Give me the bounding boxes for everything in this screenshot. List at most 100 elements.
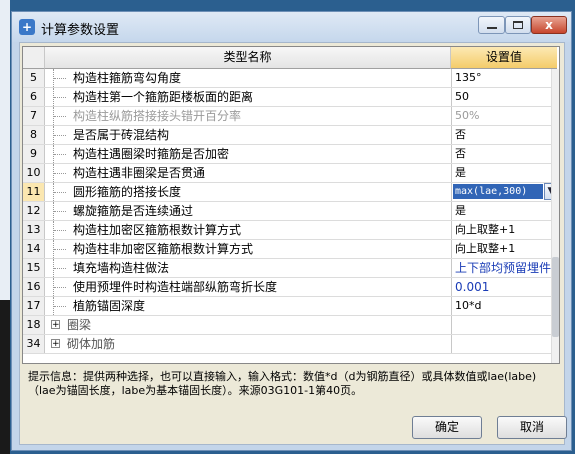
column-header-value[interactable]: 设置值 xyxy=(451,47,557,69)
row-number: 16 xyxy=(23,278,45,296)
param-name: 构造柱箍筋弯勾角度 xyxy=(73,71,182,85)
param-name: 是否属于砖混结构 xyxy=(73,128,170,142)
table-row[interactable]: 10 构造柱遇非圈梁是否贯通 是 xyxy=(23,164,559,183)
table-row[interactable]: 15 填充墙构造柱做法 上下部均预留埋件 xyxy=(23,259,559,278)
value-cell xyxy=(451,335,557,353)
tree-connector xyxy=(53,240,68,258)
row-number: 18 xyxy=(23,316,45,334)
tree-connector xyxy=(53,297,68,315)
table-row[interactable]: 7 构造柱纵筋搭接接头错开百分率 50% xyxy=(23,107,559,126)
column-header-name[interactable]: 类型名称 xyxy=(45,47,451,69)
value-cell[interactable]: 是 xyxy=(451,202,557,220)
value-cell[interactable]: 50 xyxy=(451,88,557,106)
param-name: 植筋锚固深度 xyxy=(73,299,146,313)
row-number: 9 xyxy=(23,145,45,163)
tree-connector xyxy=(53,183,68,201)
tree-connector xyxy=(53,145,68,163)
param-value: 向上取整+1 xyxy=(455,223,516,236)
scrollbar-thumb[interactable] xyxy=(552,257,559,337)
settings-dialog: + 计算参数设置 x 类型名称 设置值 5 构造柱箍筋弯勾角度 135° 6 构… xyxy=(11,11,572,451)
value-cell[interactable]: 0.001 xyxy=(451,278,557,296)
table-row[interactable]: 9 构造柱遇圈梁时箍筋是否加密 否 xyxy=(23,145,559,164)
param-value: 50% xyxy=(455,109,480,122)
row-number: 14 xyxy=(23,240,45,258)
table-row-selected[interactable]: 11 圆形箍筋的搭接长度 max(lae,300) ▼ xyxy=(23,183,559,202)
param-value: 135° xyxy=(455,71,482,84)
value-cell[interactable]: 50% xyxy=(451,107,557,125)
table-row[interactable]: 16 使用预埋件时构造柱端部纵筋弯折长度 0.001 xyxy=(23,278,559,297)
close-icon: x xyxy=(545,18,553,32)
maximize-button[interactable] xyxy=(505,16,531,34)
tree-connector xyxy=(53,69,68,87)
group-name: 砌体加筋 xyxy=(67,337,116,351)
param-name: 构造柱遇圈梁时箍筋是否加密 xyxy=(73,147,230,161)
row-number: 15 xyxy=(23,259,45,277)
tree-connector xyxy=(53,126,68,144)
param-name: 使用预埋件时构造柱端部纵筋弯折长度 xyxy=(73,280,278,294)
minimize-button[interactable] xyxy=(478,16,505,34)
row-number: 11 xyxy=(23,183,45,201)
row-number: 6 xyxy=(23,88,45,106)
param-name: 构造柱纵筋搭接接头错开百分率 xyxy=(73,109,242,123)
value-cell[interactable]: 否 xyxy=(451,126,557,144)
group-row-masonry-reinforcement[interactable]: 34 + 砌体加筋 xyxy=(23,335,559,354)
value-cell[interactable]: 135° xyxy=(451,69,557,87)
row-number: 10 xyxy=(23,164,45,182)
param-name: 构造柱第一个箍筋距楼板面的距离 xyxy=(73,90,254,104)
close-button[interactable]: x xyxy=(531,16,567,34)
expand-icon[interactable]: + xyxy=(51,339,60,349)
value-cell[interactable]: 是 xyxy=(451,164,557,182)
table-row[interactable]: 17 植筋锚固深度 10*d xyxy=(23,297,559,316)
tree-connector xyxy=(53,164,68,182)
param-name: 构造柱遇非圈梁是否贯通 xyxy=(73,166,206,180)
param-value: 是 xyxy=(455,204,466,217)
tree-connector xyxy=(53,107,68,125)
tree-connector xyxy=(53,88,68,106)
param-value: 上下部均预留埋件 xyxy=(455,261,552,275)
group-name: 圈梁 xyxy=(67,318,92,332)
value-cell xyxy=(451,316,557,334)
param-value: 否 xyxy=(455,128,466,141)
value-cell[interactable]: max(lae,300) ▼ xyxy=(451,183,558,201)
parameter-grid: 类型名称 设置值 5 构造柱箍筋弯勾角度 135° 6 构造柱第一个箍筋距楼板面… xyxy=(22,46,560,364)
param-value: 10*d xyxy=(455,299,482,312)
app-icon: + xyxy=(19,19,35,35)
minimize-icon xyxy=(487,27,497,29)
table-row[interactable]: 12 螺旋箍筋是否连续通过 是 xyxy=(23,202,559,221)
param-value: 向上取整+1 xyxy=(455,242,516,255)
table-row[interactable]: 14 构造柱非加密区箍筋根数计算方式 向上取整+1 xyxy=(23,240,559,259)
param-name: 构造柱非加密区箍筋根数计算方式 xyxy=(73,242,254,256)
tree-connector xyxy=(53,259,68,277)
tree-connector xyxy=(53,202,68,220)
param-value: 0.001 xyxy=(455,280,490,294)
row-number: 13 xyxy=(23,221,45,239)
value-cell[interactable]: 10*d xyxy=(451,297,557,315)
cancel-button[interactable]: 取消 xyxy=(497,416,567,439)
window-title: 计算参数设置 xyxy=(41,23,120,38)
row-number: 34 xyxy=(23,335,45,353)
group-row-ring-beam[interactable]: 18 + 圈梁 xyxy=(23,316,559,335)
param-name: 构造柱加密区箍筋根数计算方式 xyxy=(73,223,242,237)
dialog-content: 类型名称 设置值 5 构造柱箍筋弯勾角度 135° 6 构造柱第一个箍筋距楼板面… xyxy=(19,42,567,445)
value-cell[interactable]: 向上取整+1 xyxy=(451,221,557,239)
row-number: 17 xyxy=(23,297,45,315)
row-number: 7 xyxy=(23,107,45,125)
title-bar[interactable]: + 计算参数设置 x xyxy=(12,12,571,42)
param-name: 螺旋箍筋是否连续通过 xyxy=(73,204,194,218)
table-row[interactable]: 6 构造柱第一个箍筋距楼板面的距离 50 xyxy=(23,88,559,107)
ok-button[interactable]: 确定 xyxy=(412,416,482,439)
table-row[interactable]: 8 是否属于砖混结构 否 xyxy=(23,126,559,145)
value-cell[interactable]: 否 xyxy=(451,145,557,163)
value-cell[interactable]: 上下部均预留埋件 xyxy=(451,259,557,277)
param-value: 50 xyxy=(455,90,469,103)
param-value: 是 xyxy=(455,166,466,179)
param-name: 填充墙构造柱做法 xyxy=(73,261,170,275)
maximize-icon xyxy=(513,21,523,29)
value-cell[interactable]: 向上取整+1 xyxy=(451,240,557,258)
value-combobox-input[interactable]: max(lae,300) xyxy=(453,184,543,199)
row-number-header xyxy=(23,47,45,69)
table-row[interactable]: 5 构造柱箍筋弯勾角度 135° xyxy=(23,69,559,88)
param-value: 否 xyxy=(455,147,466,160)
expand-icon[interactable]: + xyxy=(51,320,60,330)
table-row[interactable]: 13 构造柱加密区箍筋根数计算方式 向上取整+1 xyxy=(23,221,559,240)
